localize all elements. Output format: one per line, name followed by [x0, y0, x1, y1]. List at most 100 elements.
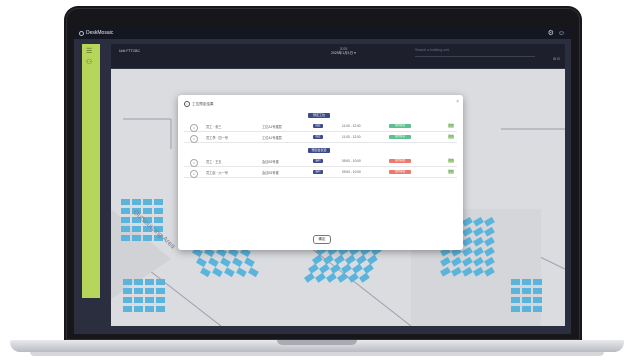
desk-tile[interactable]: [134, 297, 143, 303]
time-range: 09:00 - 10:00: [342, 159, 361, 163]
desk-tile[interactable]: [522, 297, 531, 303]
desk-tile[interactable]: [123, 288, 132, 294]
desk-tile[interactable]: [352, 263, 363, 274]
desk-tile[interactable]: [145, 288, 154, 294]
desk-location: 会议B3号楼: [262, 171, 279, 175]
desk-tile[interactable]: [121, 208, 130, 214]
desk-tile[interactable]: [156, 279, 165, 285]
desk-tile[interactable]: [121, 199, 130, 205]
desk-tile[interactable]: [533, 288, 542, 294]
desk-tile[interactable]: [326, 272, 337, 283]
desk-tile[interactable]: [208, 257, 219, 268]
avatar-icon: ☺: [190, 170, 198, 178]
desk-tile[interactable]: [533, 279, 542, 285]
confirm-button[interactable]: 确定: [313, 235, 331, 244]
desk-tile[interactable]: [123, 306, 132, 312]
desk-tile[interactable]: [345, 254, 356, 265]
desk-tile[interactable]: [359, 272, 370, 283]
desk-tile[interactable]: [123, 297, 132, 303]
view-toggle-icon[interactable]: ⊞ ⊟: [553, 57, 560, 61]
desk-tile[interactable]: [315, 272, 326, 283]
desk-tile[interactable]: [134, 288, 143, 294]
desk-tile[interactable]: [308, 263, 319, 274]
checkin-button[interactable]: 签到: [448, 170, 454, 174]
desk-tile[interactable]: [522, 279, 531, 285]
desk-tile[interactable]: [337, 272, 348, 283]
desk-tile[interactable]: [145, 279, 154, 285]
desk-tile[interactable]: [367, 254, 378, 265]
desk-tile[interactable]: [348, 272, 359, 283]
app-top-bar: DeskMosaic ⚙ ☺: [74, 28, 571, 39]
checkin-button[interactable]: 签到: [448, 135, 454, 139]
close-icon[interactable]: ×: [456, 99, 459, 105]
desk-tile[interactable]: [154, 199, 163, 205]
desk-tile[interactable]: [334, 254, 345, 265]
desk-tile[interactable]: [121, 235, 130, 241]
desk-tile[interactable]: [132, 199, 141, 205]
section-room-header: 预定会议室: [308, 148, 330, 153]
type-badge: 临时: [313, 170, 323, 174]
desk-tile[interactable]: [212, 267, 223, 278]
checkin-button[interactable]: 签到: [448, 159, 454, 163]
desk-tile[interactable]: [132, 235, 141, 241]
checkin-button[interactable]: 签到: [448, 124, 454, 128]
app-logo[interactable]: DeskMosaic: [79, 30, 113, 36]
desk-tile[interactable]: [196, 257, 207, 268]
date-value: 2025年1月1日 ▾: [331, 51, 356, 55]
desk-tile[interactable]: [145, 306, 154, 312]
desk-tile[interactable]: [121, 217, 130, 223]
desk-tile[interactable]: [200, 267, 211, 278]
desk-tile[interactable]: [156, 306, 165, 312]
desk-tile[interactable]: [304, 272, 315, 283]
status-badge: 预约失败: [389, 159, 411, 163]
desk-tile[interactable]: [156, 297, 165, 303]
desk-tile[interactable]: [522, 288, 531, 294]
desk-tile[interactable]: [244, 257, 255, 268]
desk-tile[interactable]: [123, 279, 132, 285]
user-icon[interactable]: ⚇: [86, 58, 92, 66]
settings-icon[interactable]: ⚙: [548, 30, 554, 37]
desk-tile[interactable]: [323, 254, 334, 265]
laptop-screen: DeskMosaic ⚙ ☺ ☰ ⚇ Unit FTTCBC 2025 2025年…: [74, 28, 571, 334]
desk-tile[interactable]: [220, 257, 231, 268]
desk-tile[interactable]: [511, 297, 520, 303]
desk-tile[interactable]: [356, 254, 367, 265]
desk-tile[interactable]: [143, 199, 152, 205]
desk-tile[interactable]: [511, 279, 520, 285]
desk-tile[interactable]: [533, 306, 542, 312]
desk-tile[interactable]: [248, 267, 259, 278]
reservation-row[interactable]: ☺ 员工李 · 四一号 工位A1号楼层 固定 11:00 - 12:00 预约成…: [184, 132, 457, 143]
reservation-row[interactable]: ☺ 员工赵 · 六一号 会议B3号楼 临时 09:00 - 10:00 预约失败…: [184, 167, 457, 178]
desk-tile[interactable]: [121, 226, 130, 232]
desk-tile[interactable]: [154, 208, 163, 214]
desk-location: 会议B3号楼: [262, 160, 279, 164]
desk-tile[interactable]: [522, 306, 531, 312]
desk-tile[interactable]: [154, 217, 163, 223]
desk-tile[interactable]: [232, 257, 243, 268]
reservation-row[interactable]: ☺ 员工 · 张三 工位A1号楼层 固定 11:00 - 12:00 预约成功 …: [184, 121, 457, 132]
search-input[interactable]: Search a building unit: [415, 48, 535, 57]
menu-icon[interactable]: ☰: [86, 47, 92, 55]
user-avatar-icon[interactable]: ☺: [558, 30, 565, 37]
desk-tile[interactable]: [236, 267, 247, 278]
desk-tile[interactable]: [511, 288, 520, 294]
employee-name: 员工 · 张三: [206, 125, 222, 129]
desk-tile[interactable]: [132, 226, 141, 232]
floor-label[interactable]: Unit FTTCBC: [119, 49, 140, 53]
desk-tile[interactable]: [533, 297, 542, 303]
sidebar: ☰ ⚇: [82, 44, 100, 298]
reservation-row[interactable]: ☺ 员工 · 王五 会议B3号楼 临时 09:00 - 10:00 预约失败 签…: [184, 156, 457, 167]
desk-tile[interactable]: [143, 235, 152, 241]
desk-tile[interactable]: [134, 306, 143, 312]
desk-tile[interactable]: [156, 288, 165, 294]
desk-tile[interactable]: [145, 297, 154, 303]
desk-tile[interactable]: [330, 263, 341, 274]
desk-tile[interactable]: [134, 279, 143, 285]
desk-tile[interactable]: [511, 306, 520, 312]
date-selector[interactable]: 2025 2025年1月1日 ▾: [331, 47, 356, 56]
desk-tile[interactable]: [319, 263, 330, 274]
desk-tile[interactable]: [143, 208, 152, 214]
desk-tile[interactable]: [363, 263, 374, 274]
employee-name: 员工李 · 四一号: [206, 136, 228, 140]
desk-tile[interactable]: [224, 267, 235, 278]
